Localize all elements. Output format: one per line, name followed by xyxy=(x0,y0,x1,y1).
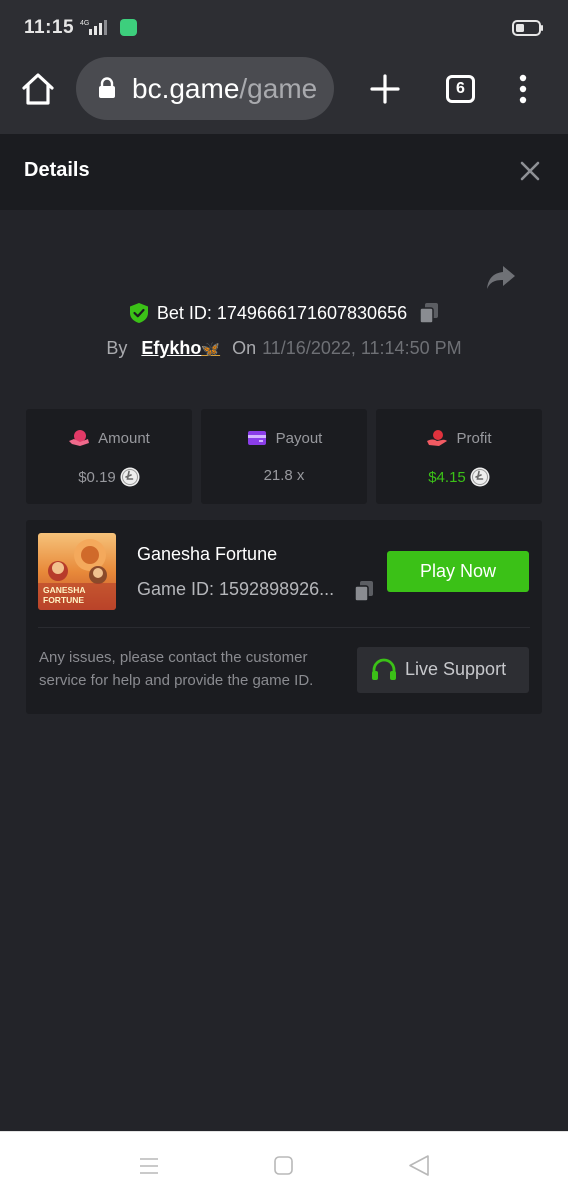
play-now-button[interactable]: Play Now xyxy=(387,551,529,592)
share-icon[interactable] xyxy=(486,264,516,290)
thumb-title-line2: FORTUNE xyxy=(43,595,84,605)
status-time: 11:15 xyxy=(24,17,75,38)
lock-icon xyxy=(99,77,115,98)
payout-card: Payout 21.8 x xyxy=(201,409,367,504)
amount-label: Amount xyxy=(98,430,150,447)
url-path: /game xyxy=(239,73,318,104)
bet-id-row: Bet ID: 1749666171607830656 xyxy=(0,302,568,330)
payout-header: Payout xyxy=(201,429,367,447)
profit-card: Profit $4.15 xyxy=(376,409,542,504)
status-bar: 11:15 4G xyxy=(0,0,568,56)
game-name: Ganesha Fortune xyxy=(137,544,278,564)
bet-id: Bet ID: 1749666171607830656 xyxy=(156,302,408,323)
profit-header: Profit xyxy=(376,429,542,447)
amount-header: Amount xyxy=(26,429,192,447)
profit-value-row: $4.15 xyxy=(376,467,542,487)
copy-icon[interactable] xyxy=(419,302,439,324)
url-domain: bc.game xyxy=(132,73,240,104)
recent-apps-icon[interactable] xyxy=(139,1156,159,1176)
more-menu-icon[interactable] xyxy=(518,74,528,104)
ltc-coin-icon xyxy=(470,467,490,487)
details-header: Details xyxy=(0,134,568,210)
game-thumbnail[interactable]: GANESHA FORTUNE xyxy=(38,533,116,610)
amount-icon xyxy=(69,430,90,446)
username-link[interactable]: Efykho xyxy=(141,338,201,358)
app-notification-icon xyxy=(120,19,137,36)
butterfly-emoji: 🦋 xyxy=(201,341,221,358)
payout-icon xyxy=(247,431,266,445)
divider xyxy=(38,627,530,628)
live-support-label: Live Support xyxy=(405,659,507,679)
amount-card: Amount $0.19 xyxy=(26,409,192,504)
amount-value: $0.19 xyxy=(78,469,116,486)
tab-switcher-button[interactable]: 6 xyxy=(446,75,475,103)
game-id: Game ID: 1592898926... xyxy=(137,579,335,599)
nav-home-icon[interactable] xyxy=(274,1156,293,1175)
game-card: GANESHA FORTUNE Ganesha Fortune Game ID:… xyxy=(26,520,542,714)
bet-meta-row: By Efykho🦋 On 11/16/2022, 11:14:50 PM xyxy=(0,338,568,364)
profit-label: Profit xyxy=(456,430,492,447)
support-message: Any issues, please contact the customer … xyxy=(39,649,314,689)
payout-label: Payout xyxy=(275,430,323,447)
battery-icon xyxy=(512,20,543,36)
home-icon[interactable] xyxy=(20,71,56,107)
amount-value-row: $0.19 xyxy=(26,467,192,487)
on-label: On xyxy=(232,338,257,358)
live-support-button[interactable]: Live Support xyxy=(357,647,529,693)
headset-icon xyxy=(372,658,396,680)
page-title: Details xyxy=(24,159,90,181)
url-text[interactable]: bc.game/game xyxy=(132,73,317,105)
system-nav-bar xyxy=(0,1131,568,1200)
ltc-coin-icon xyxy=(120,467,140,487)
payout-value-row: 21.8 x xyxy=(201,467,367,484)
profit-value: $4.15 xyxy=(428,469,466,486)
new-tab-icon[interactable] xyxy=(368,72,402,106)
copy-game-id-icon[interactable] xyxy=(354,580,374,602)
network-type-label: 4G xyxy=(80,20,89,27)
close-icon[interactable] xyxy=(519,160,541,182)
verified-shield-icon xyxy=(129,303,148,323)
signal-icon: 4G xyxy=(80,20,107,35)
by-label: By xyxy=(106,338,128,358)
profit-icon xyxy=(427,430,448,446)
bet-date: 11/16/2022, 11:14:50 PM xyxy=(262,338,462,358)
browser-toolbar: bc.game/game 6 xyxy=(0,56,568,134)
nav-back-icon[interactable] xyxy=(408,1154,430,1177)
payout-value: 21.8 x xyxy=(263,467,305,484)
address-bar[interactable]: bc.game/game xyxy=(76,57,334,120)
thumb-title-line1: GANESHA xyxy=(43,585,86,595)
